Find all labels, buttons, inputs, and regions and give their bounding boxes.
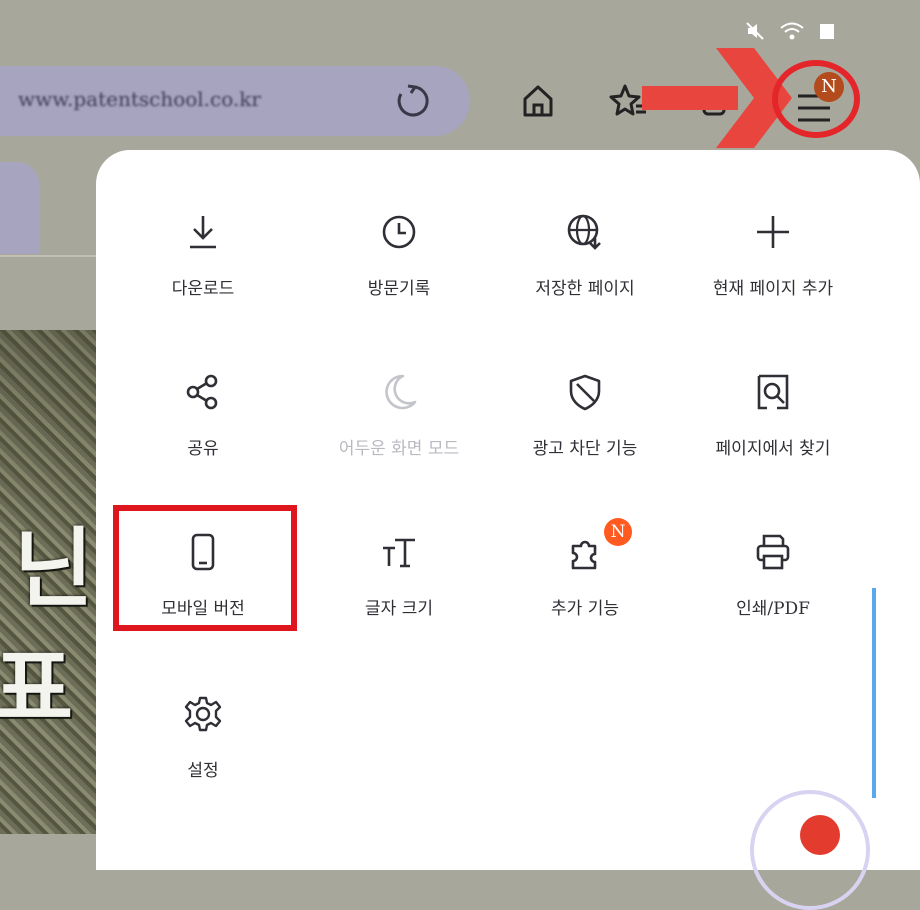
- shield-icon: [569, 374, 601, 411]
- saved-pages-globe-icon: [567, 214, 601, 250]
- menu-item-history[interactable]: 방문기록: [304, 212, 494, 332]
- annotation-highlight-box: [113, 505, 297, 631]
- menu-item-download[interactable]: 다운로드: [108, 212, 298, 332]
- moon-icon: [385, 374, 417, 410]
- page-edge: [872, 588, 876, 798]
- reload-icon[interactable]: [394, 82, 432, 120]
- art-glyph-1: 닌: [14, 519, 94, 619]
- history-clock-icon: [382, 215, 416, 249]
- menu-item-label: 어두운 화면 모드: [338, 439, 460, 459]
- download-icon: [190, 216, 216, 249]
- menu-item-label: 공유: [187, 439, 219, 459]
- menu-item-find-in-page[interactable]: 페이지에서 찾기: [678, 372, 868, 492]
- battery-icon: [820, 24, 834, 39]
- menu-item-saved-pages[interactable]: 저장한 페이지: [490, 212, 680, 332]
- url-text: www.patentschool.co.kr: [18, 87, 261, 111]
- plus-icon: [757, 216, 789, 248]
- background-art: 닌 표: [0, 330, 96, 834]
- annotation-arrow: [642, 48, 792, 148]
- menu-item-print-pdf[interactable]: 인쇄/PDF: [678, 532, 868, 652]
- gear-icon: [184, 696, 222, 732]
- address-bar[interactable]: www.patentschool.co.kr: [0, 66, 470, 136]
- status-bar: [745, 20, 835, 42]
- menu-item-label: 인쇄/PDF: [736, 599, 810, 619]
- annotation-circle: [772, 60, 860, 138]
- menu-item-label: 광고 차단 기능: [532, 439, 638, 459]
- menu-item-ad-block[interactable]: 광고 차단 기능: [490, 372, 680, 492]
- menu-item-label: 저장한 페이지: [535, 279, 635, 299]
- share-icon: [186, 374, 218, 410]
- page-tab-remnant: [0, 162, 40, 254]
- wifi-icon: [780, 22, 804, 40]
- menu-item-label: 방문기록: [367, 279, 431, 299]
- menu-item-label: 글자 크기: [365, 599, 433, 619]
- text-size-icon: [383, 538, 415, 568]
- home-icon[interactable]: [520, 82, 556, 120]
- find-in-page-icon: [757, 374, 789, 410]
- add-ons-new-badge: N: [604, 518, 632, 546]
- mute-icon: [746, 22, 764, 40]
- menu-item-label: 추가 기능: [551, 599, 619, 619]
- page-divider: [0, 255, 100, 257]
- menu-item-share[interactable]: 공유: [108, 372, 298, 492]
- menu-item-text-size[interactable]: 글자 크기: [304, 532, 494, 652]
- menu-item-dark-mode[interactable]: 어두운 화면 모드: [304, 372, 494, 492]
- menu-item-add-current-page[interactable]: 현재 페이지 추가: [678, 212, 868, 332]
- printer-icon: [756, 534, 790, 570]
- menu-item-settings[interactable]: 설정: [108, 694, 298, 814]
- menu-item-add-ons[interactable]: N 추가 기능: [490, 518, 680, 652]
- puzzle-icon: [571, 540, 597, 570]
- menu-item-label: 현재 페이지 추가: [712, 279, 834, 299]
- menu-item-label: 페이지에서 찾기: [715, 439, 831, 459]
- floating-button[interactable]: [800, 815, 840, 855]
- menu-item-label: 설정: [187, 761, 219, 781]
- menu-item-label: 다운로드: [171, 279, 235, 299]
- art-glyph-2: 표: [0, 639, 74, 739]
